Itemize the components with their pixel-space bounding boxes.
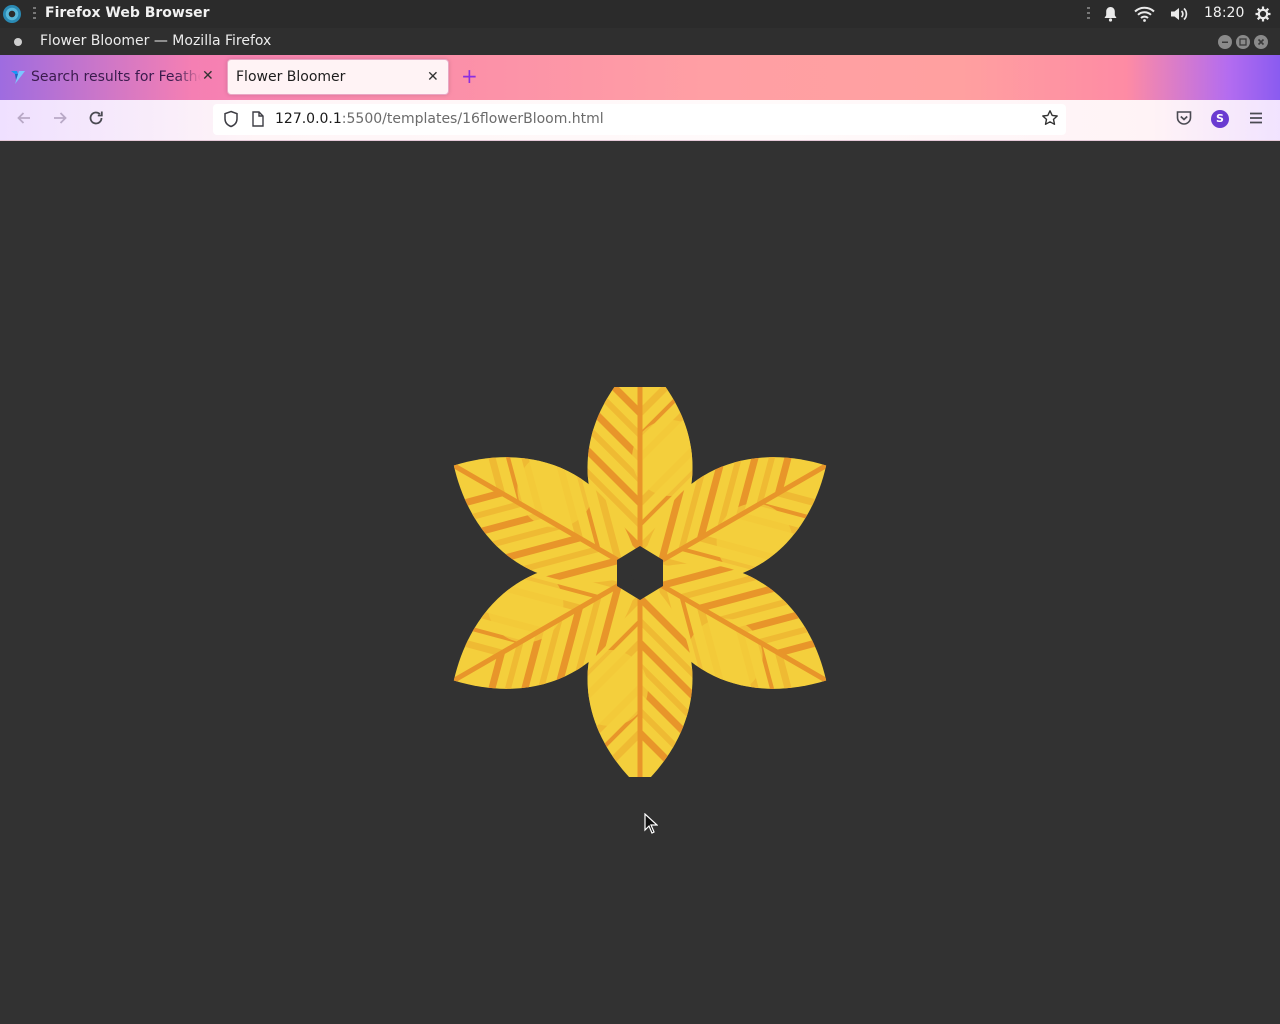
back-arrow-icon[interactable] — [15, 109, 33, 132]
system-top-bar: Firefox Web Browser 18:20 — [0, 0, 1280, 28]
app-menu-label[interactable]: Firefox Web Browser — [45, 5, 210, 21]
close-tab-icon[interactable]: ✕ — [427, 69, 439, 85]
tab-label: Flower Bloomer — [236, 69, 346, 85]
ubuntu-activities-icon[interactable] — [3, 5, 21, 23]
vuetify-logo-icon — [11, 71, 25, 84]
reload-icon[interactable] — [87, 109, 105, 132]
account-avatar[interactable]: S — [1211, 110, 1229, 128]
forward-arrow-icon[interactable] — [51, 109, 69, 132]
bell-icon[interactable] — [1103, 6, 1118, 26]
window-title: Flower Bloomer — Mozilla Firefox — [40, 33, 272, 49]
new-tab-button[interactable]: + — [461, 66, 478, 86]
page-info-icon[interactable] — [251, 111, 265, 131]
wifi-icon[interactable] — [1134, 6, 1155, 26]
maximize-button[interactable] — [1236, 35, 1250, 49]
close-window-button[interactable] — [1254, 35, 1268, 49]
volume-icon[interactable] — [1170, 6, 1189, 26]
tab-strip: Search results for Feathe ✕ Flower Bloom… — [0, 55, 1280, 100]
separator-dots — [1087, 7, 1090, 21]
hamburger-menu-icon[interactable] — [1247, 109, 1265, 132]
settings-gear-icon[interactable] — [1255, 6, 1271, 26]
url-host: 127.0.0.1 — [275, 111, 342, 127]
bookmark-star-icon[interactable] — [1041, 109, 1059, 132]
page-content — [0, 141, 1280, 1024]
mouse-cursor-icon — [644, 813, 658, 834]
url-path: :5500/templates/16flowerBloom.html — [341, 111, 604, 127]
url-text[interactable]: 127.0.0.1:5500/templates/16flowerBloom.h… — [275, 111, 604, 127]
url-bar[interactable]: 127.0.0.1:5500/templates/16flowerBloom.h… — [213, 104, 1066, 135]
tab-label: Search results for Feathe — [31, 69, 201, 85]
separator-dots — [33, 7, 36, 21]
minimize-button[interactable] — [1218, 35, 1232, 49]
tab-search-results[interactable]: Search results for Feathe ✕ — [6, 61, 222, 93]
pocket-icon[interactable] — [1175, 109, 1193, 132]
tab-flower-bloomer[interactable]: Flower Bloomer ✕ — [227, 59, 449, 95]
navigation-toolbar: 127.0.0.1:5500/templates/16flowerBloom.h… — [0, 100, 1280, 141]
window-title-bar: Flower Bloomer — Mozilla Firefox — [0, 28, 1280, 55]
tracking-protection-shield-icon[interactable] — [223, 110, 239, 132]
clock[interactable]: 18:20 — [1204, 5, 1244, 21]
window-indicator-dot — [14, 38, 22, 46]
close-tab-icon[interactable]: ✕ — [202, 68, 214, 84]
flower-bloom[interactable] — [440, 387, 840, 777]
